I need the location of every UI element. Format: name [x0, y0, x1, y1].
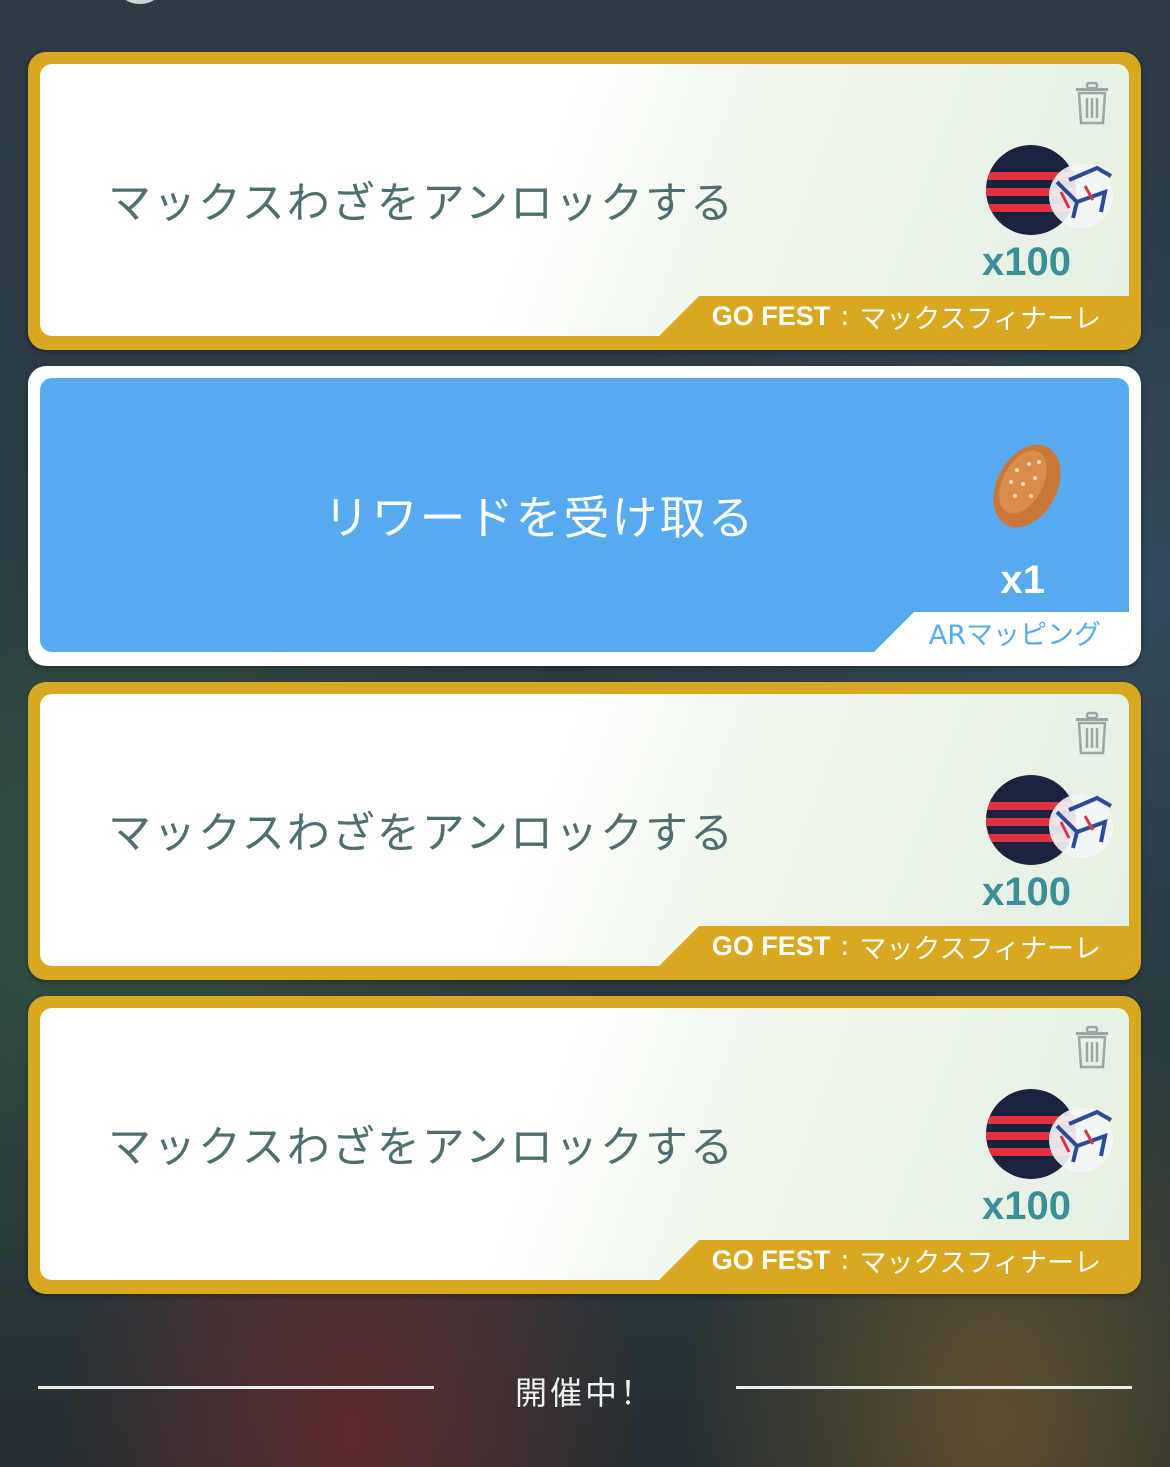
section-heading: 開催中！ — [514, 1374, 655, 1412]
task-title: マックスわざをアンロックする — [108, 1123, 735, 1173]
claim-reward-body: リワードを受け取る x1 ARマッピング — [40, 378, 1129, 652]
event-tag-subtitle: マックスフィナーレ — [859, 1247, 1101, 1279]
event-tag: GO FEST : マックスフィナーレ — [659, 1240, 1129, 1280]
event-tag-subtitle: マックスフィナーレ — [859, 303, 1101, 335]
reward-count: x100 — [982, 870, 1071, 914]
max-particle-icon — [986, 775, 1113, 865]
reward-count: x1 — [1000, 558, 1046, 602]
task-card[interactable]: マックスわざをアンロックする x100 GO FEST: マックスフィナーレ — [28, 996, 1141, 1294]
event-tag-name: GO FEST — [711, 930, 831, 961]
event-tag: GO FEST : マックスフィナーレ — [659, 296, 1129, 336]
task-card-body: マックスわざをアンロックする x100 GO FEST: マックスフィナーレ — [40, 64, 1129, 336]
task-title: マックスわざをアンロックする — [108, 809, 735, 859]
event-tag-separator: : — [840, 1244, 850, 1276]
event-tag: GO FEST : マックスフィナーレ — [659, 926, 1129, 966]
max-particle-icon — [986, 145, 1113, 235]
event-tag-subtitle: マックスフィナーレ — [859, 933, 1101, 965]
bread-icon — [993, 444, 1061, 528]
event-tag: ARマッピング — [874, 612, 1129, 652]
trash-icon[interactable] — [1073, 80, 1111, 126]
task-card-body: マックスわざをアンロックする x100 GO FEST: マックスフィナーレ — [40, 1008, 1129, 1280]
reward-count: x100 — [982, 240, 1071, 284]
event-tag-separator: : — [840, 930, 850, 962]
claim-reward-button[interactable]: リワードを受け取る — [40, 482, 1129, 548]
trash-icon[interactable] — [1073, 1024, 1111, 1070]
trash-icon[interactable] — [1073, 710, 1111, 756]
claim-reward-card[interactable]: リワードを受け取る x1 ARマッピング — [28, 366, 1141, 666]
event-tag-name: GO FEST — [711, 300, 831, 331]
event-tag-separator: : — [840, 300, 850, 332]
max-particle-icon — [986, 1089, 1113, 1179]
task-card[interactable]: マックスわざをアンロックする x100 GO FEST: マックスフィナーレ — [28, 682, 1141, 980]
event-tag-subtitle: ARマッピング — [928, 619, 1101, 651]
reward-count: x100 — [982, 1184, 1071, 1228]
task-title: マックスわざをアンロックする — [108, 179, 735, 229]
top-partial-icon — [118, 0, 162, 4]
event-tag-name: GO FEST — [711, 1244, 831, 1275]
task-card-body: マックスわざをアンロックする x100 GO FEST: マックスフィナーレ — [40, 694, 1129, 966]
section-divider-right — [736, 1386, 1132, 1389]
task-card[interactable]: マックスわざをアンロックする x100 GO FEST: マックスフィナーレ — [28, 52, 1141, 350]
